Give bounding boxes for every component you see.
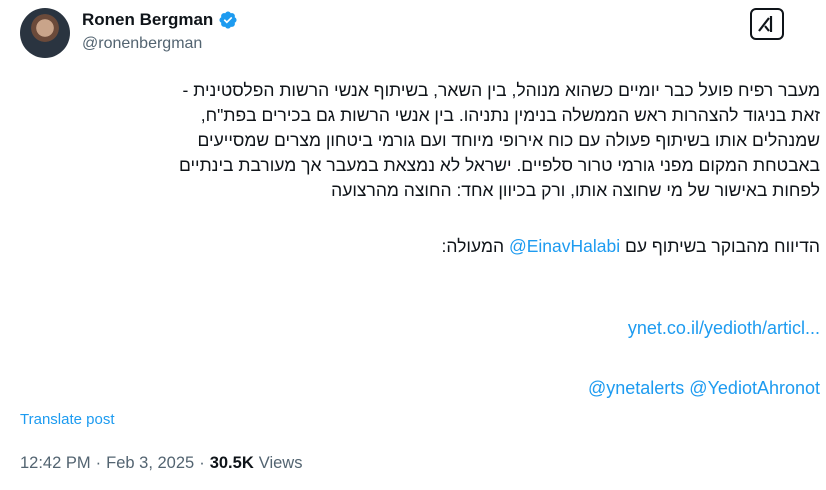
post-line: באבטחת המקום מפני גורמי טרור סלפיים. ישר… — [178, 155, 820, 175]
post-paragraph-2: הדיווח מהבוקר בשיתוף עם @EinavHalabi המע… — [20, 234, 820, 259]
author-handle[interactable]: @ronenbergman — [82, 35, 202, 53]
mention-einavhalabi[interactable]: @EinavHalabi — [509, 236, 620, 256]
post-time[interactable]: 12:42 PM — [20, 454, 91, 473]
grok-icon — [758, 16, 773, 32]
post-text: מעבר רפיח פועל כבר יומיים כשהוא מנוהל, ב… — [20, 78, 820, 259]
article-link[interactable]: ynet.co.il/yedioth/articl... — [628, 318, 820, 339]
meta-separator: · — [199, 454, 205, 472]
grok-button[interactable] — [750, 8, 784, 40]
post-date[interactable]: Feb 3, 2025 — [106, 454, 194, 473]
post-paragraph-2-suffix: המעולה: — [441, 236, 505, 256]
verified-badge-icon[interactable] — [218, 10, 238, 30]
post-meta: 12:42 PM · Feb 3, 2025 · 30.5K Views — [20, 454, 302, 473]
post-line: זאת בניגוד להצהרות ראש הממשלה בנימין נתנ… — [200, 105, 820, 125]
translate-post-link[interactable]: Translate post — [20, 411, 115, 428]
post-paragraph-2-prefix: הדיווח מהבוקר בשיתוף עם — [624, 236, 820, 256]
meta-separator: · — [95, 454, 102, 472]
mention-yediotahronot[interactable]: @YediotAhronot — [689, 378, 820, 398]
views-count: 30.5K — [209, 454, 254, 472]
mention-ynetalerts[interactable]: @ynetalerts — [588, 378, 684, 398]
mentions-line: @ynetalerts @YediotAhronot — [588, 378, 820, 399]
post-line: שמנהלים אותו בשיתוף פעולה עם כוח אירופי … — [197, 130, 820, 150]
post-line: מעבר רפיח פועל כבר יומיים כשהוא מנוהל, ב… — [182, 80, 820, 100]
author-name-row: Ronen Bergman — [82, 10, 238, 30]
avatar[interactable] — [20, 8, 70, 58]
views-label: Views — [258, 454, 303, 472]
post-line: לפחות באישור של מי שחוצה אותו, ורק בכיוו… — [331, 180, 820, 200]
author-name[interactable]: Ronen Bergman — [82, 10, 213, 30]
